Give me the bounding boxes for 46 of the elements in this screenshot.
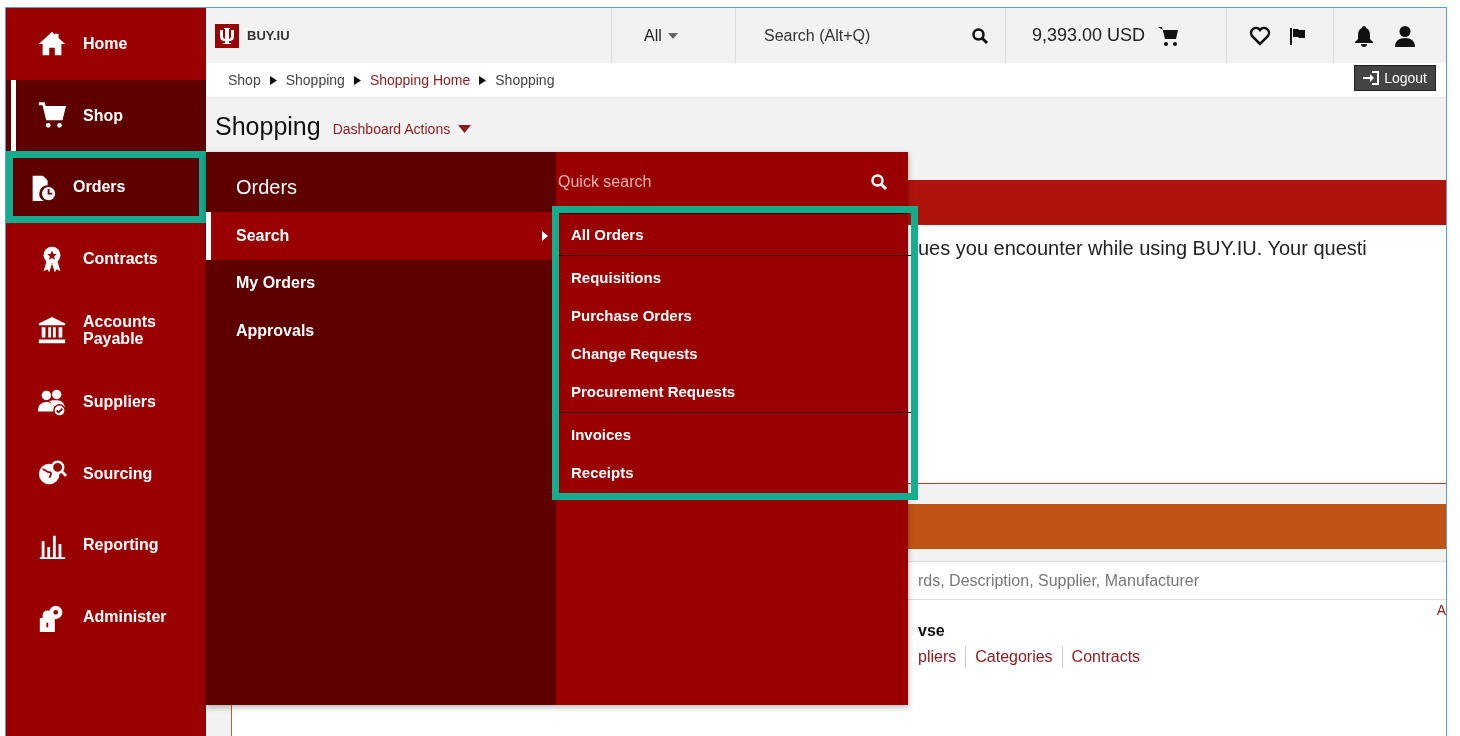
breadcrumb-separator-icon (353, 75, 361, 85)
cart-icon[interactable] (1157, 24, 1180, 47)
submenu-item[interactable]: Receipts (571, 463, 634, 481)
corner-link[interactable]: A (1436, 602, 1446, 618)
submenu-item[interactable]: Requisitions (571, 268, 661, 286)
sidebar-item[interactable]: Shop (6, 79, 206, 152)
cart-icon (37, 100, 67, 131)
search-field[interactable]: rds, Description, Supplier, Manufacturer (918, 571, 1238, 590)
search-icon[interactable] (870, 173, 888, 191)
breadcrumb-separator-icon (269, 75, 277, 85)
notice-text: ues you encounter while using BUY.IU. Your questi (918, 237, 1367, 259)
cart-total[interactable]: 9,393.00 USD (1032, 25, 1146, 46)
quick-search-field[interactable]: Quick search (556, 172, 870, 192)
submenu-item[interactable]: Purchase Orders (571, 306, 692, 324)
bell-icon[interactable] (1354, 24, 1374, 47)
heart-icon[interactable] (1249, 25, 1271, 46)
menu-item[interactable]: My Orders (206, 259, 556, 307)
sidebar-item[interactable]: Orders (6, 151, 206, 223)
menu-title: Orders (235, 175, 299, 200)
page-title: Shopping (215, 111, 321, 141)
breadcrumb-link[interactable]: Shopping Home (369, 72, 471, 88)
breadcrumb-item: Shopping (285, 72, 345, 88)
browse-link[interactable]: Contracts (1061, 646, 1150, 668)
caret-icon (458, 125, 472, 133)
flag-icon[interactable] (1289, 26, 1307, 45)
browse-link[interactable]: pliers (909, 646, 966, 668)
breadcrumb-item: Shopping (495, 72, 555, 88)
logout-icon (1363, 71, 1380, 85)
breadcrumb-separator-icon (479, 75, 487, 85)
user-icon[interactable] (1394, 24, 1416, 47)
submenu-arrow-icon (542, 230, 548, 241)
submenu-item[interactable]: Invoices (571, 425, 632, 443)
submenu-item[interactable]: Procurement Requests (571, 382, 736, 400)
trident-logo-icon (215, 23, 239, 48)
caret-icon (667, 32, 678, 39)
logout-button[interactable]: Logout (1354, 65, 1436, 91)
search-icon (971, 26, 989, 45)
breadcrumb-item: Shop (228, 72, 261, 88)
browse-link[interactable]: Categories (965, 646, 1062, 668)
bank-icon (37, 315, 67, 346)
brand-name: BUY.IU (247, 28, 290, 43)
dashboard-actions-menu[interactable]: Dashboard Actions (332, 115, 472, 137)
menu-item[interactable]: Approvals (206, 307, 556, 355)
submenu-item[interactable]: All Orders (571, 225, 644, 243)
submenu-item[interactable]: Change Requests (571, 344, 698, 362)
browse-heading: vse (918, 622, 946, 640)
